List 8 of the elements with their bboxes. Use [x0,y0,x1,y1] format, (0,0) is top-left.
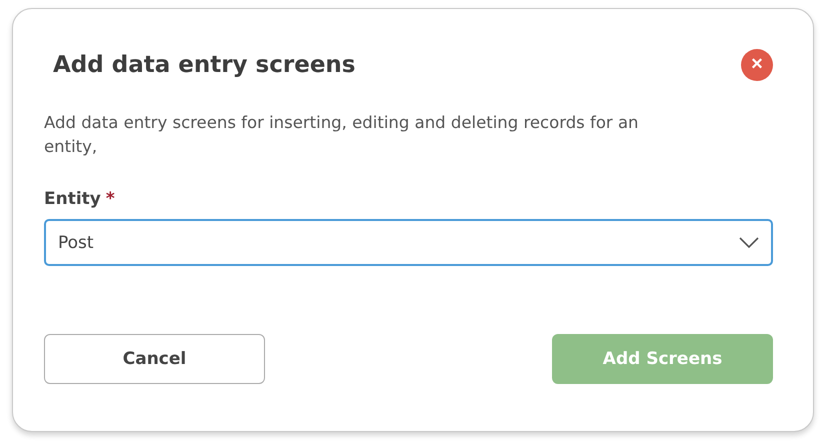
field-label: Entity [44,189,101,209]
required-mark: * [106,189,115,209]
description-text: Add data entry screens for inserting, editing and deleting records for an entity, [44,112,640,158]
entity-select[interactable]: Post [44,219,773,266]
cancel-button[interactable]: Cancel [44,334,265,384]
close-button[interactable]: × [741,49,773,81]
dialog-title: Add data entry screens [53,52,356,78]
chevron-down-icon [739,236,759,248]
